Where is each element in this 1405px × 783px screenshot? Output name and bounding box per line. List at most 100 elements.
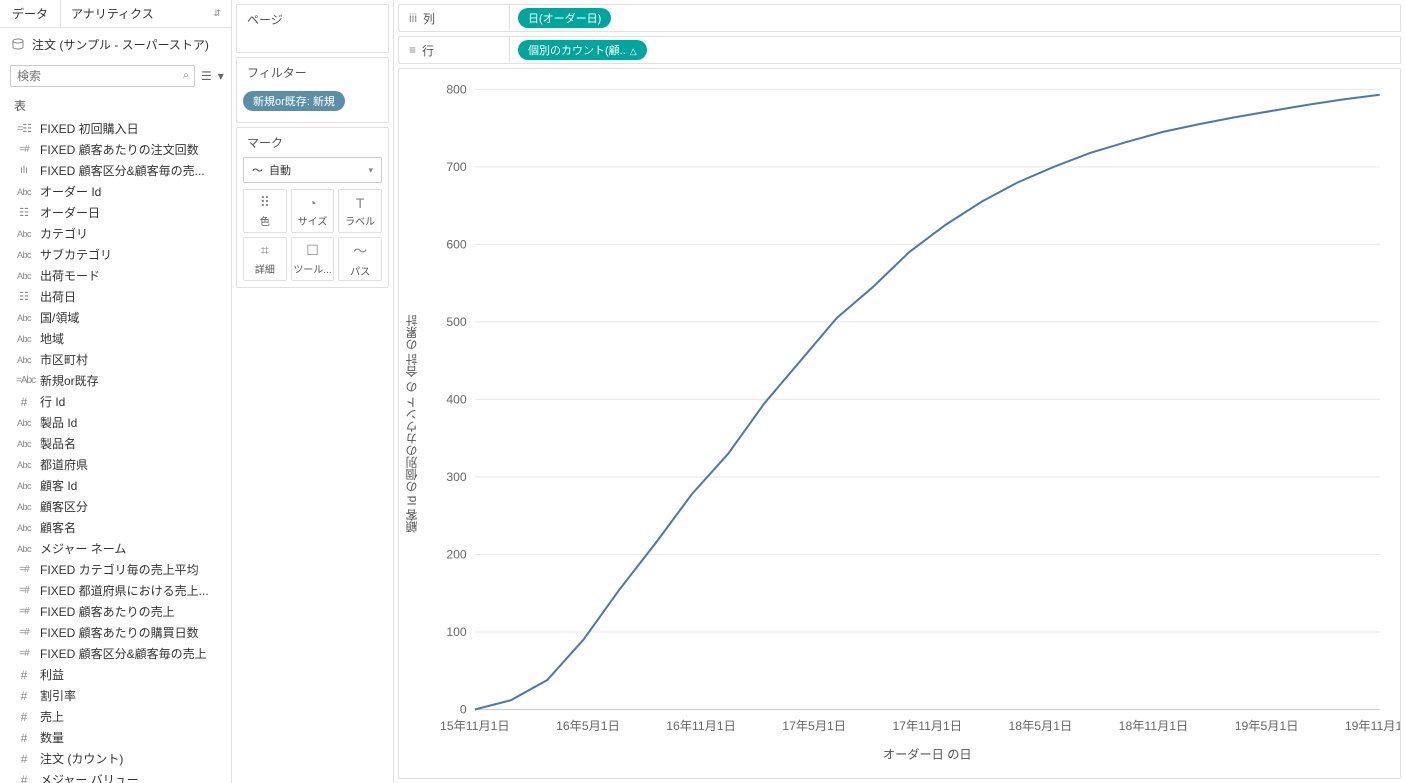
field-item[interactable]: Abc メジャー ネーム: [0, 538, 231, 559]
line-chart: 010020030040050060070080015年11月1日16年5月1日…: [424, 69, 1400, 771]
field-item[interactable]: =☷FIXED 初回購入日: [0, 118, 231, 139]
field-item[interactable]: =Abc新規or既存: [0, 370, 231, 391]
field-type-icon: =#: [16, 585, 32, 596]
svg-text:16年11月1日: 16年11月1日: [666, 719, 736, 733]
color-icon: ⠿: [260, 194, 270, 211]
field-type-icon: Abc: [16, 334, 32, 344]
datasource-row[interactable]: 注文 (サンプル - スーパーストア): [0, 28, 231, 61]
field-label: FIXED 顧客区分&顧客毎の売上: [40, 645, 207, 662]
field-label: FIXED 顧客あたりの注文回数: [40, 141, 199, 158]
field-type-icon: Abc: [16, 544, 32, 554]
datasource-icon: [10, 37, 26, 53]
mark-detail-button[interactable]: ⌗詳細: [243, 237, 287, 281]
field-item[interactable]: #注文 (カウント): [0, 748, 231, 769]
field-item[interactable]: Abc 製品名: [0, 433, 231, 454]
svg-text:800: 800: [446, 82, 467, 96]
field-label: 利益: [40, 666, 64, 683]
field-type-icon: =#: [16, 564, 32, 575]
field-type-icon: Abc: [16, 439, 32, 449]
rows-pill[interactable]: 個別のカウント(顧..△: [518, 40, 647, 60]
data-pane: データ アナリティクス ⇵ 注文 (サンプル - スーパーストア) ⌕ ☰ ▾ …: [0, 0, 232, 783]
field-type-icon: Abc: [16, 271, 32, 281]
field-item[interactable]: Abc顧客名: [0, 517, 231, 538]
field-item[interactable]: #割引率: [0, 685, 231, 706]
field-item[interactable]: Abc都道府県: [0, 454, 231, 475]
field-item[interactable]: Abc顧客 Id: [0, 475, 231, 496]
field-label: 出荷モード: [40, 267, 100, 284]
svg-text:100: 100: [446, 625, 467, 639]
field-label: サブカテゴリ: [40, 246, 112, 263]
field-item[interactable]: #行 Id: [0, 391, 231, 412]
field-item[interactable]: =#FIXED カテゴリ毎の売上平均: [0, 559, 231, 580]
field-item[interactable]: ☷出荷日: [0, 286, 231, 307]
path-icon: 〜: [353, 241, 367, 261]
field-item[interactable]: Abc 地域: [0, 328, 231, 349]
rows-shelf[interactable]: ≡行 個別のカウント(顧..△: [398, 36, 1401, 64]
field-item[interactable]: ☷オーダー日: [0, 202, 231, 223]
field-item[interactable]: Abc市区町村: [0, 349, 231, 370]
svg-text:0: 0: [460, 703, 467, 717]
search-input[interactable]: [10, 65, 195, 87]
field-label: 注文 (カウント): [40, 750, 123, 767]
field-item[interactable]: #数量: [0, 727, 231, 748]
field-label: 顧客区分: [40, 498, 88, 515]
field-label: FIXED 顧客あたりの購買日数: [40, 624, 199, 641]
field-item[interactable]: Abcカテゴリ: [0, 223, 231, 244]
field-item[interactable]: #メジャー バリュー: [0, 769, 231, 783]
field-item[interactable]: Abc国/領域: [0, 307, 231, 328]
mark-tooltip-button[interactable]: ☐ツール...: [291, 237, 335, 281]
field-type-icon: Abc: [16, 481, 32, 491]
mark-color-button[interactable]: ⠿色: [243, 189, 287, 233]
field-type-icon: Abc: [16, 250, 32, 260]
y-axis-title: 顧客 Id の個別のカウント の 合計 の累計: [399, 69, 424, 778]
field-label: FIXED 顧客あたりの売上: [40, 603, 175, 620]
svg-text:18年5月1日: 18年5月1日: [1009, 719, 1073, 733]
svg-text:600: 600: [446, 237, 467, 251]
field-item[interactable]: Abc 出荷モード: [0, 265, 231, 286]
field-label: オーダー Id: [40, 183, 101, 200]
columns-label: 列: [423, 10, 435, 27]
mark-color-label: 色: [260, 213, 270, 228]
mark-type-dropdown[interactable]: 〜 自動: [243, 157, 382, 183]
field-item[interactable]: #利益: [0, 664, 231, 685]
field-item[interactable]: Abc顧客区分: [0, 496, 231, 517]
field-type-icon: ☷: [16, 290, 32, 303]
columns-shelf[interactable]: iii列 日(オーダー日): [398, 4, 1401, 32]
mark-size-button[interactable]: ◔サイズ: [291, 189, 335, 233]
tab-data[interactable]: データ: [0, 0, 60, 27]
field-label: 製品 Id: [40, 414, 77, 431]
field-label: 割引率: [40, 687, 76, 704]
field-item[interactable]: =#FIXED 顧客あたりの売上: [0, 601, 231, 622]
line-icon: 〜: [252, 162, 263, 178]
mark-path-button[interactable]: 〜パス: [338, 237, 382, 281]
svg-text:17年5月1日: 17年5月1日: [782, 719, 846, 733]
field-type-icon: Abc: [16, 523, 32, 533]
field-item[interactable]: Abcオーダー Id: [0, 181, 231, 202]
tab-analytics[interactable]: アナリティクス ⇵: [60, 0, 231, 27]
view-menu-icon[interactable]: ▾: [218, 67, 224, 85]
size-icon: ◔: [308, 195, 316, 211]
field-item[interactable]: #売上: [0, 706, 231, 727]
field-item[interactable]: Abc サブカテゴリ: [0, 244, 231, 265]
columns-pill[interactable]: 日(オーダー日): [518, 8, 611, 28]
tooltip-icon: ☐: [306, 242, 319, 259]
mark-label-button[interactable]: Tラベル: [338, 189, 382, 233]
field-item[interactable]: =#FIXED 顧客あたりの注文回数: [0, 139, 231, 160]
field-label: 行 Id: [40, 393, 65, 410]
field-label: 地域: [40, 330, 64, 347]
pages-title: ページ: [237, 5, 388, 34]
svg-text:16年5月1日: 16年5月1日: [556, 719, 620, 733]
field-label: 製品名: [40, 435, 76, 452]
filter-pill[interactable]: 新規or既存: 新規: [243, 91, 345, 111]
field-item[interactable]: =#FIXED 顧客区分&顧客毎の売上: [0, 643, 231, 664]
field-item[interactable]: =#FIXED 顧客あたりの購買日数: [0, 622, 231, 643]
field-item[interactable]: ılıFIXED 顧客区分&顧客毎の売...: [0, 160, 231, 181]
view-list-icon[interactable]: ☰: [201, 67, 212, 85]
field-type-icon: ☷: [16, 206, 32, 219]
field-list: =☷FIXED 初回購入日=#FIXED 顧客あたりの注文回数ılıFIXED …: [0, 118, 231, 783]
field-item[interactable]: =# FIXED 都道府県における売上...: [0, 580, 231, 601]
field-label: メジャー ネーム: [40, 540, 126, 557]
field-label: FIXED 都道府県における売上...: [40, 582, 209, 599]
table-calc-icon: △: [630, 46, 637, 56]
field-item[interactable]: Abc製品 Id: [0, 412, 231, 433]
